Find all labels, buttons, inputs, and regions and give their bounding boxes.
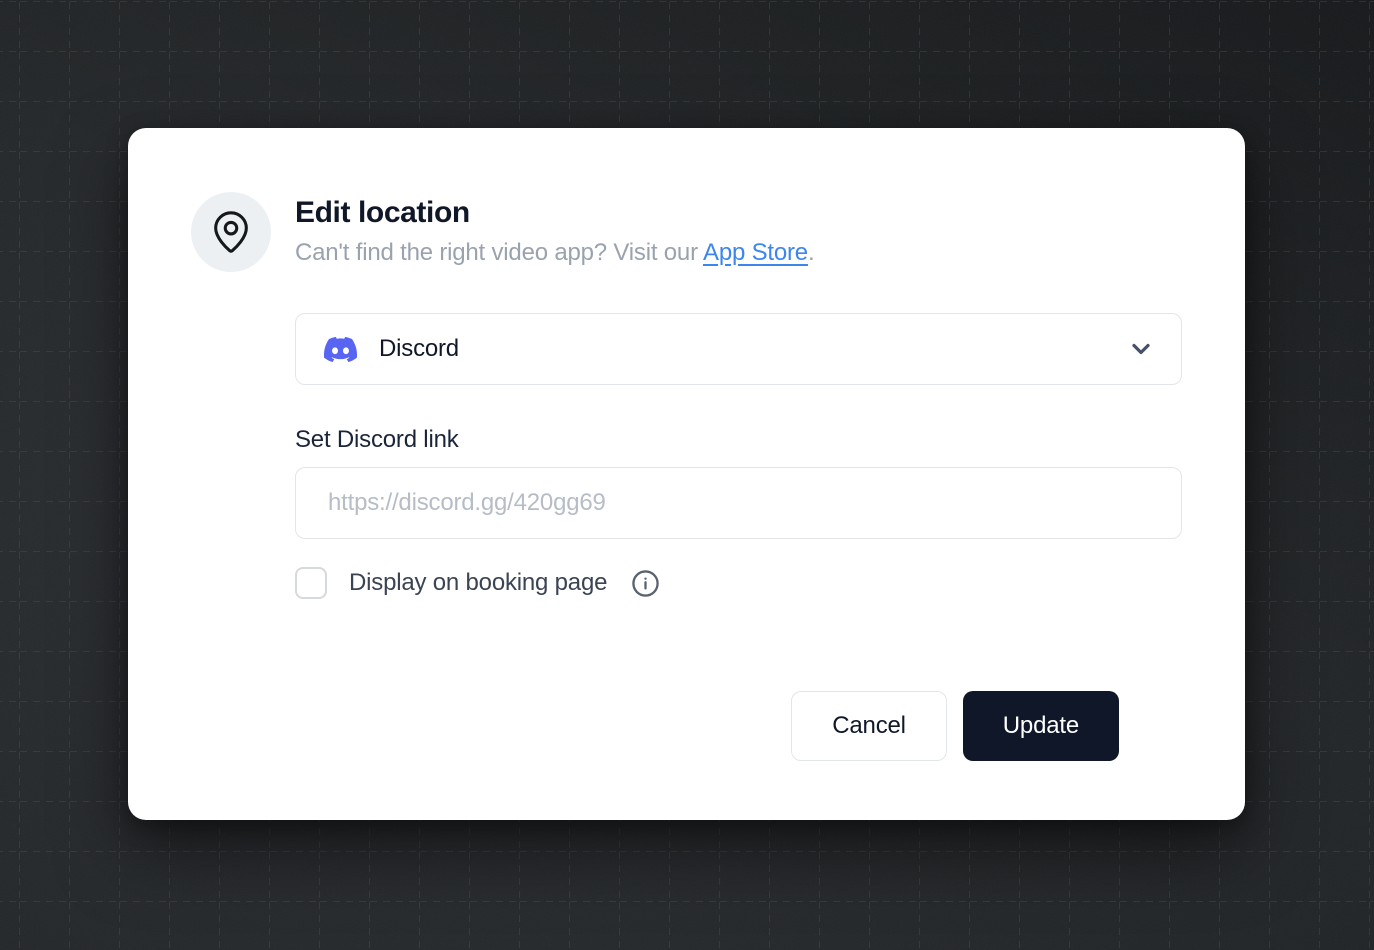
subtitle-period: . [808, 239, 814, 266]
header-icon-circle [191, 192, 271, 272]
display-on-booking-label: Display on booking page [349, 569, 607, 597]
display-on-booking-checkbox[interactable] [295, 567, 327, 599]
chevron-down-icon [1127, 335, 1155, 363]
dialog-header-text: Edit location Can't find the right video… [295, 192, 814, 268]
booking-info-button[interactable] [631, 569, 660, 598]
link-field-label: Set Discord link [295, 425, 1182, 455]
location-select[interactable]: Discord [295, 313, 1182, 385]
update-button[interactable]: Update [963, 691, 1119, 761]
edit-location-dialog: Edit location Can't find the right video… [128, 128, 1245, 820]
dialog-subtitle: Can't find the right video app? Visit ou… [295, 238, 814, 268]
app-store-link[interactable]: App Store [703, 239, 808, 266]
dialog-header: Edit location Can't find the right video… [128, 128, 1245, 272]
display-on-booking-row: Display on booking page [295, 567, 1182, 599]
dialog-body: Discord Set Discord link Display on book… [128, 272, 1245, 761]
discord-icon [324, 333, 357, 366]
subtitle-text: Can't find the right video app? Visit ou… [295, 239, 703, 266]
dialog-footer: Cancel Update [295, 599, 1182, 761]
cancel-button[interactable]: Cancel [791, 691, 947, 761]
info-icon [631, 569, 660, 598]
discord-link-input[interactable] [295, 467, 1182, 539]
dialog-title: Edit location [295, 194, 814, 232]
location-select-value: Discord [379, 335, 459, 363]
map-pin-icon [208, 209, 254, 255]
